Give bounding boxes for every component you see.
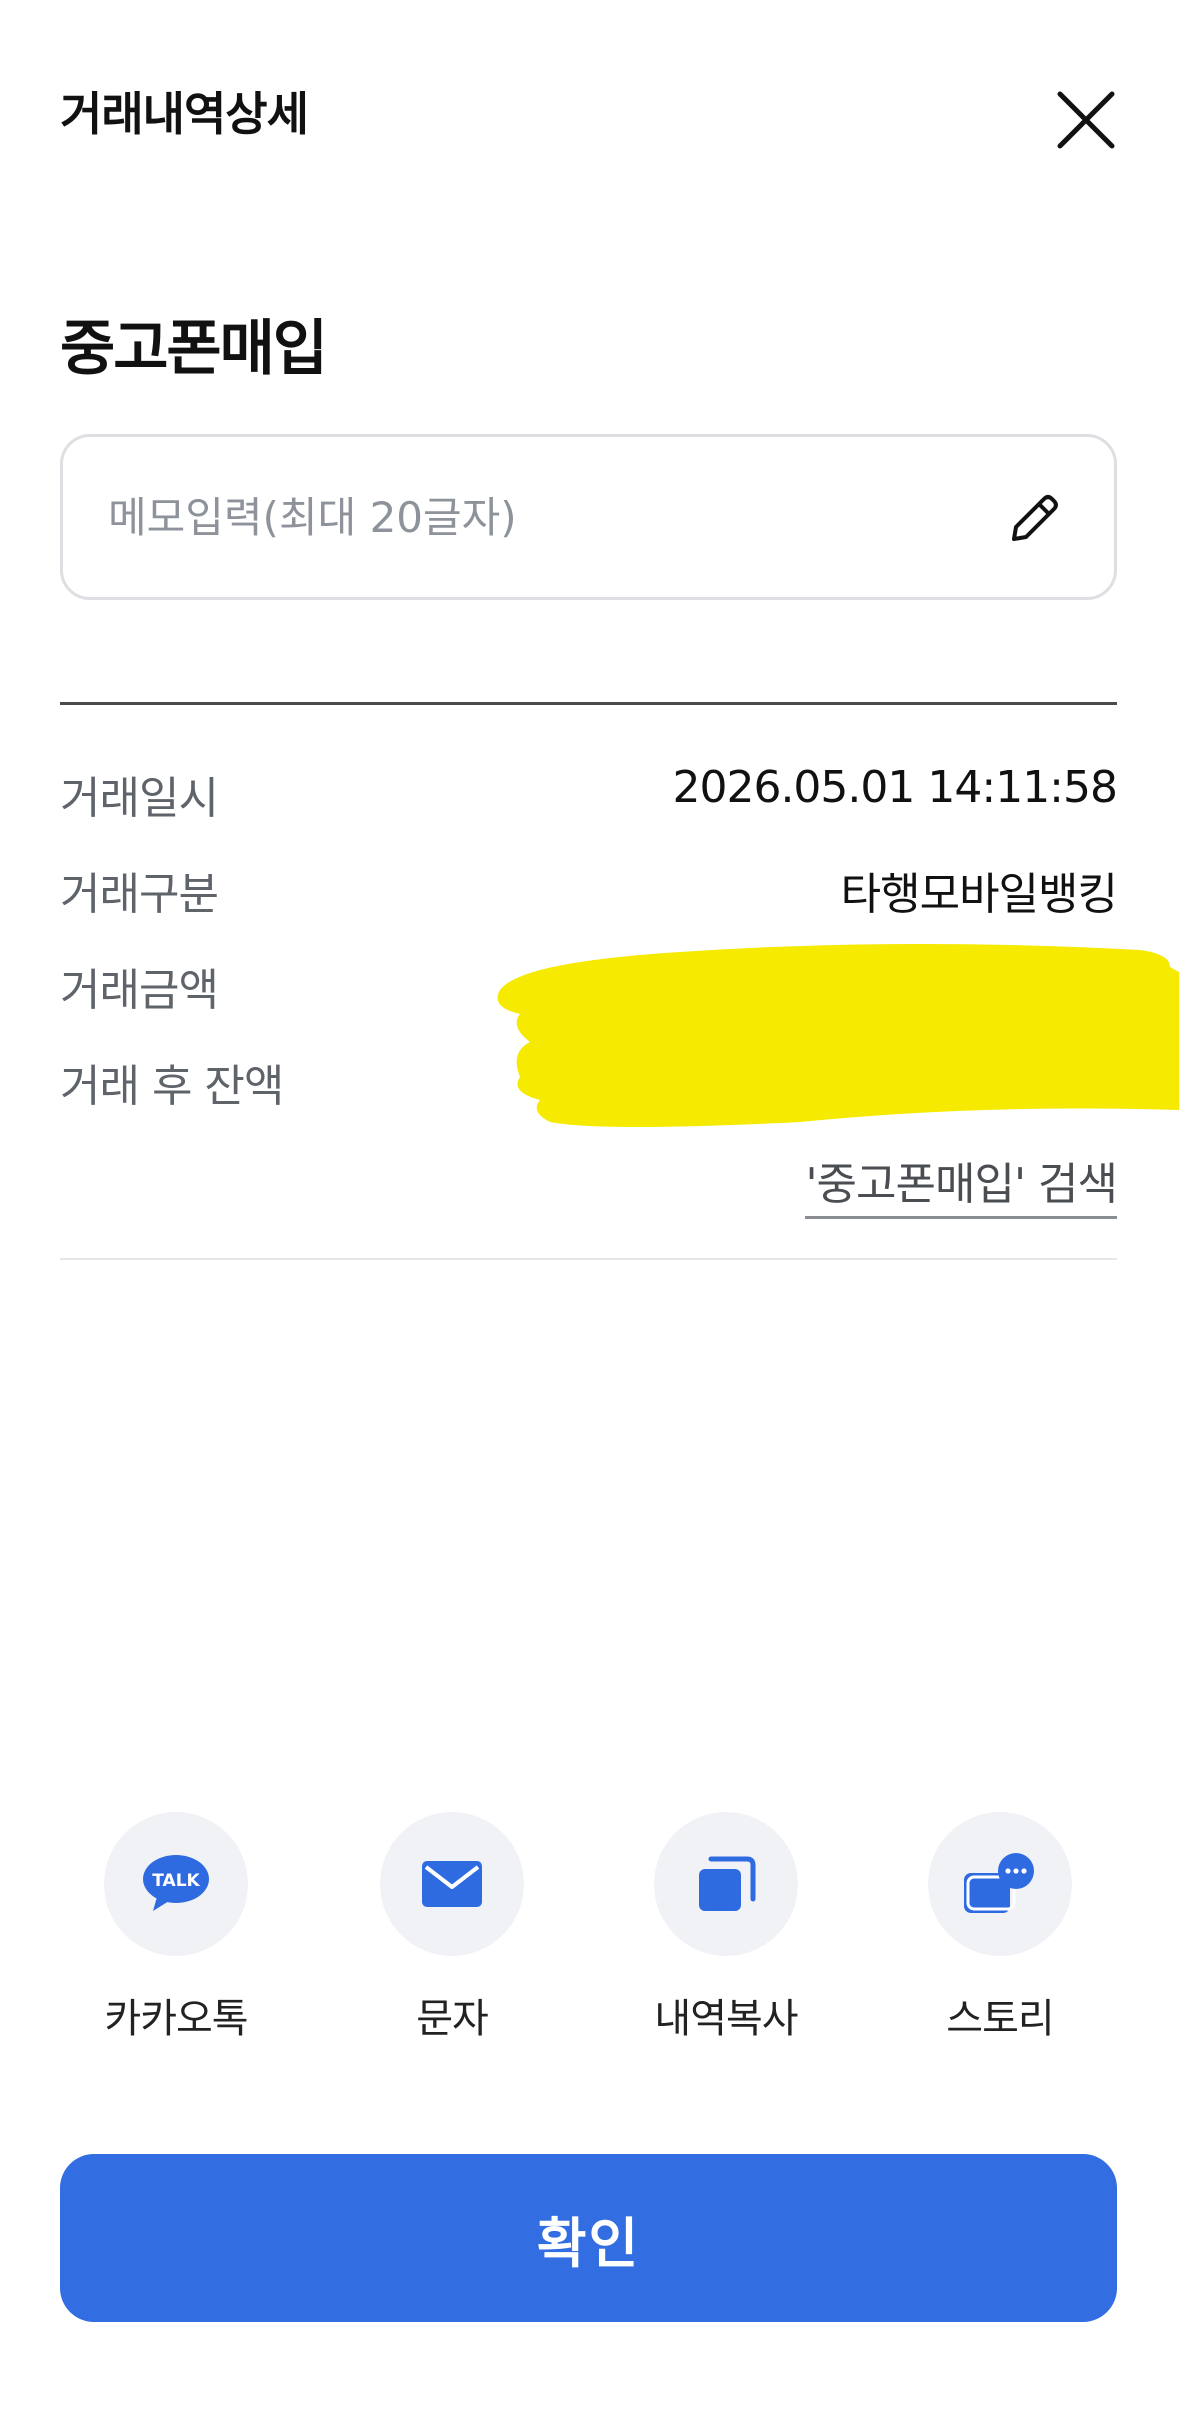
- confirm-button[interactable]: 확인: [60, 2154, 1117, 2322]
- transaction-title: 중고폰매입: [60, 314, 328, 384]
- search-transaction-link[interactable]: '중고폰매입' 검색: [805, 1148, 1118, 1219]
- memo-input[interactable]: [108, 437, 968, 597]
- content-divider: [60, 1258, 1117, 1260]
- row-value-date: 2026.05.01 14:11:58: [672, 762, 1118, 813]
- copy-history-button[interactable]: 내역복사: [616, 1812, 836, 2044]
- redaction-mark: [497, 943, 1179, 1127]
- kakaotalk-icon: TALK: [143, 1855, 209, 1911]
- row-label-date: 거래일시: [60, 773, 219, 824]
- edit-memo-button[interactable]: [1006, 489, 1064, 547]
- share-label-sms: 문자: [416, 1996, 489, 2042]
- row-label-type: 거래구분: [60, 869, 219, 920]
- page-title: 거래내역상세: [60, 87, 309, 141]
- pencil-icon: [1012, 495, 1058, 541]
- message-icon: [422, 1861, 482, 1907]
- section-divider: [60, 702, 1117, 705]
- svg-text:TALK: TALK: [152, 1871, 200, 1891]
- copy-icon: [699, 1856, 756, 1911]
- share-label-story: 스토리: [946, 1996, 1054, 2042]
- memo-field[interactable]: [60, 434, 1117, 600]
- close-icon: [1057, 91, 1115, 149]
- row-label-amount: 거래금액: [60, 965, 219, 1016]
- share-label-kakaotalk: 카카오톡: [104, 1996, 248, 2042]
- share-kakaotalk-button[interactable]: TALK 카카오톡: [66, 1812, 286, 2044]
- row-label-balance: 거래 후 잔액: [60, 1061, 284, 1112]
- share-sms-button[interactable]: 문자: [342, 1812, 562, 2044]
- share-story-button[interactable]: 스토리: [890, 1812, 1110, 2044]
- close-button[interactable]: [1050, 84, 1122, 156]
- story-icon: [964, 1853, 1034, 1913]
- copy-history-label: 내역복사: [654, 1996, 798, 2042]
- transaction-detail-screen: 거래내역상세 중고폰매입 거래일시 2026.05.01 14:11:58 거래…: [0, 0, 1179, 2426]
- row-value-type: 타행모바일뱅킹: [840, 869, 1118, 920]
